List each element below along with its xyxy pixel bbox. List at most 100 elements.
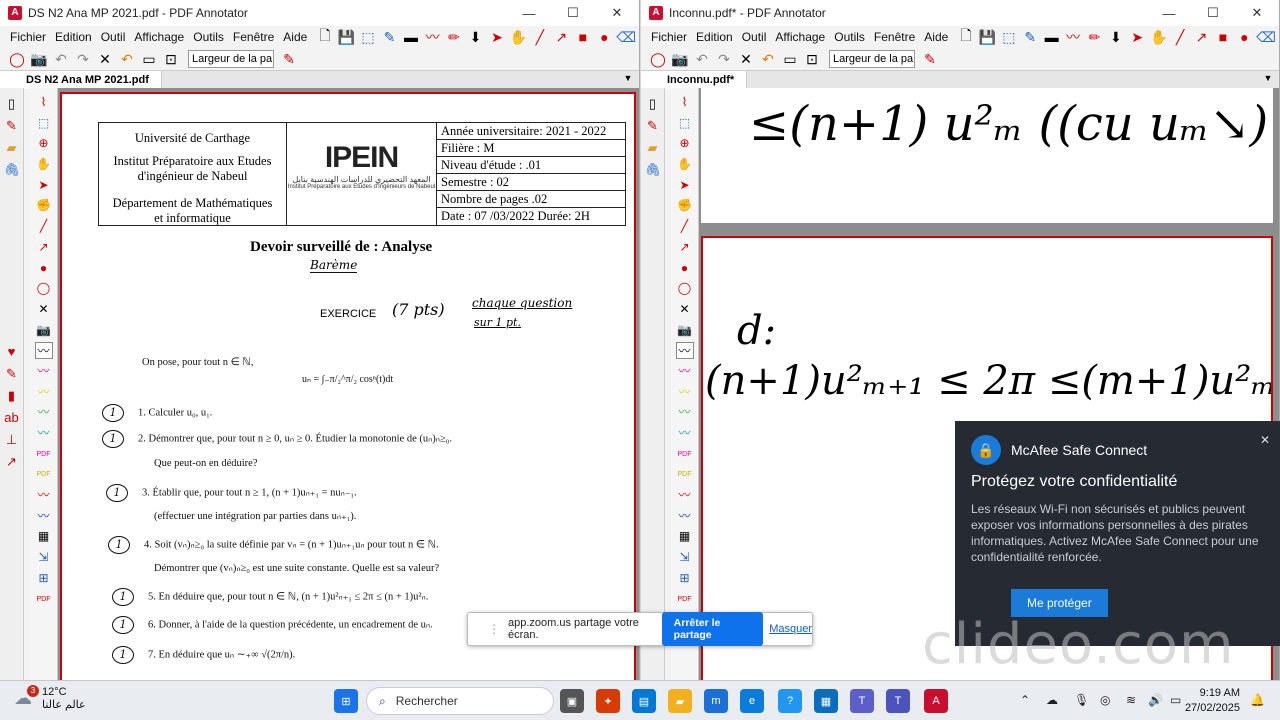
draw-side-icon[interactable]: ✎ [4,366,20,382]
app-icon-mdp[interactable]: m [704,689,728,713]
menu-outil[interactable]: Outil [742,30,767,44]
page-thumb-icon[interactable]: ▯ [4,96,20,112]
highlighter-icon[interactable]: ▮ [4,388,20,404]
delete-icon[interactable]: ✕ [96,50,114,68]
lasso-icon[interactable]: ◯ [649,50,667,68]
line-icon[interactable]: ╱ [1171,28,1188,46]
hide-link[interactable]: Masquer [769,623,812,635]
maximize-icon[interactable]: ☐ [551,0,595,26]
notification-bell-icon[interactable]: 🔔 [1250,693,1265,707]
menu-fenetre[interactable]: Fenêtre [874,30,915,44]
search-box[interactable]: ⌕ Rechercher [366,687,554,715]
attachment-icon[interactable]: 🖇 [645,162,662,178]
tool-hand-icon[interactable]: ✋ [35,156,53,173]
chevron-up-icon[interactable]: ⌃ [1020,693,1030,707]
arrow-icon[interactable]: ↗ [553,28,570,46]
menu-fichier[interactable]: Fichier [10,30,46,44]
menu-affichage[interactable]: Affichage [775,30,825,44]
menu-outils[interactable]: Outils [193,30,224,44]
menu-fenetre[interactable]: Fenêtre [233,30,274,44]
pen-icon[interactable]: ✎ [1022,28,1039,46]
teams-icon[interactable]: T [850,689,874,713]
page-thumb-icon[interactable]: ▯ [645,96,661,112]
attachment-icon[interactable]: 🖇 [4,162,21,178]
maximize-icon[interactable]: ☐ [1191,0,1235,26]
tool-zoom-icon[interactable]: ⊕ [35,135,53,152]
pen-magenta-icon[interactable]: 〰 [676,363,694,380]
pen-black-icon[interactable]: 〰 [675,342,694,359]
pen-red-icon[interactable]: 〰 [676,487,694,504]
menu-fichier[interactable]: Fichier [651,30,687,44]
select-icon[interactable]: ⬚ [359,28,376,46]
task-view-icon[interactable]: ▣ [560,689,584,713]
tool-arrow-icon[interactable]: ↗ [676,239,694,256]
pdf-icon[interactable]: PDF [676,591,694,608]
menu-edition[interactable]: Edition [696,30,733,44]
undo-orange-icon[interactable]: ↶ [759,50,777,68]
pointer-icon[interactable]: ➤ [488,28,505,46]
stop-sharing-button[interactable]: Arrêter le partage [661,612,764,646]
eraser-icon[interactable]: ⌫ [1256,28,1276,46]
battery-icon[interactable]: ▭ [1170,693,1181,707]
camera-icon[interactable]: 📷 [30,50,48,68]
file-explorer-icon[interactable]: ▰ [668,689,692,713]
stamp-side-icon[interactable]: ⊥ [4,432,20,448]
pen-blue-icon[interactable]: 〰 [35,508,53,525]
tool-arrow-icon[interactable]: ↗ [35,239,53,256]
save-icon[interactable]: 💾 [979,28,996,46]
select-icon[interactable]: ⬚ [1000,28,1017,46]
rectangle-icon[interactable]: ■ [574,28,591,46]
zoom-select[interactable]: Largeur de la pa [188,50,274,68]
tool-grab-icon[interactable]: ✊ [676,197,694,214]
copilot-icon[interactable]: ✦ [596,689,620,713]
marker-side-icon[interactable]: ✎ [645,118,661,134]
redo-icon[interactable]: ↷ [715,50,733,68]
close-icon[interactable]: ✕ [1235,0,1279,26]
fit-width-icon[interactable]: ⊡ [162,50,180,68]
export-icon[interactable]: ⇲ [676,549,694,566]
hand-icon[interactable]: ✋ [1150,28,1167,46]
pdf-tag-magenta-icon[interactable]: PDF [35,446,53,463]
fit-width-icon[interactable]: ⊡ [803,50,821,68]
close-icon[interactable]: ✕ [1260,433,1270,447]
tab-document[interactable]: DS N2 Ana MP 2021.pdf [0,70,162,89]
insert-icon[interactable]: ⊞ [35,570,53,587]
tool-pen-icon[interactable]: ⌇ [35,94,53,111]
pen-teal-icon[interactable]: 〰 [35,425,53,442]
cloud-sync-icon[interactable]: ☁ [1046,693,1058,707]
microphone-icon[interactable]: 🎙 [1074,693,1089,707]
pen-icon[interactable]: ✎ [381,28,398,46]
line-style-icon[interactable]: ▬ [1043,28,1060,46]
teams-work-icon[interactable]: T [886,689,910,713]
close-icon[interactable]: ✕ [595,0,639,26]
tool-pointer-icon[interactable]: ➤ [35,177,53,194]
pen-color-icon[interactable]: ✎ [921,50,939,68]
tool-pointer-icon[interactable]: ➤ [676,177,694,194]
tab-document[interactable]: Inconnu.pdf* [641,70,748,89]
store-icon[interactable]: ▤ [632,689,656,713]
pen-green-icon[interactable]: 〰 [676,404,694,421]
tool-zoom-icon[interactable]: ⊕ [676,135,694,152]
eraser-icon[interactable]: ⌫ [616,28,636,46]
line-style-icon[interactable]: ▬ [402,28,419,46]
pen-green-icon[interactable]: 〰 [35,404,53,421]
menu-outil[interactable]: Outil [101,30,126,44]
folder-icon[interactable]: ▰ [645,140,661,156]
arrow-side-icon[interactable]: ↗ [4,454,20,470]
vpn-icon[interactable]: ◎ [1100,693,1110,707]
app-icon-blue[interactable]: ? [778,689,802,713]
rectangle-icon[interactable]: ■ [1214,28,1231,46]
line-icon[interactable]: ╱ [531,28,548,46]
minimize-icon[interactable]: — [1147,0,1191,26]
circle-icon[interactable]: ● [596,28,613,46]
delete-icon[interactable]: ✕ [737,50,755,68]
pen-magenta-icon[interactable]: 〰 [35,363,53,380]
new-page-icon[interactable]: 🗋 [957,27,974,46]
tool-lasso-icon[interactable]: ◯ [676,280,694,297]
tool-dot-icon[interactable]: ● [676,260,694,277]
wifi-icon[interactable]: ≋ [1126,693,1136,707]
heart-icon[interactable]: ♥ [4,344,20,360]
menu-aide[interactable]: Aide [283,30,307,44]
tool-line-icon[interactable]: ╱ [35,218,53,235]
tool-dot-icon[interactable]: ● [35,260,53,277]
